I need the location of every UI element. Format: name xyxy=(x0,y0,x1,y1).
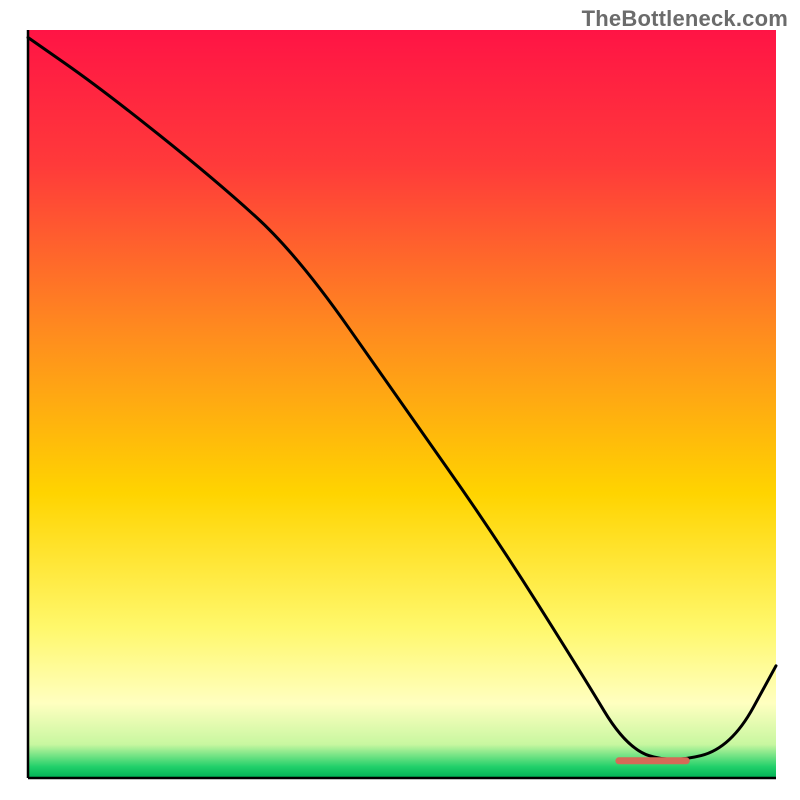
chart-svg xyxy=(0,0,800,800)
chart-container: TheBottleneck.com xyxy=(0,0,800,800)
watermark-text: TheBottleneck.com xyxy=(582,6,788,32)
